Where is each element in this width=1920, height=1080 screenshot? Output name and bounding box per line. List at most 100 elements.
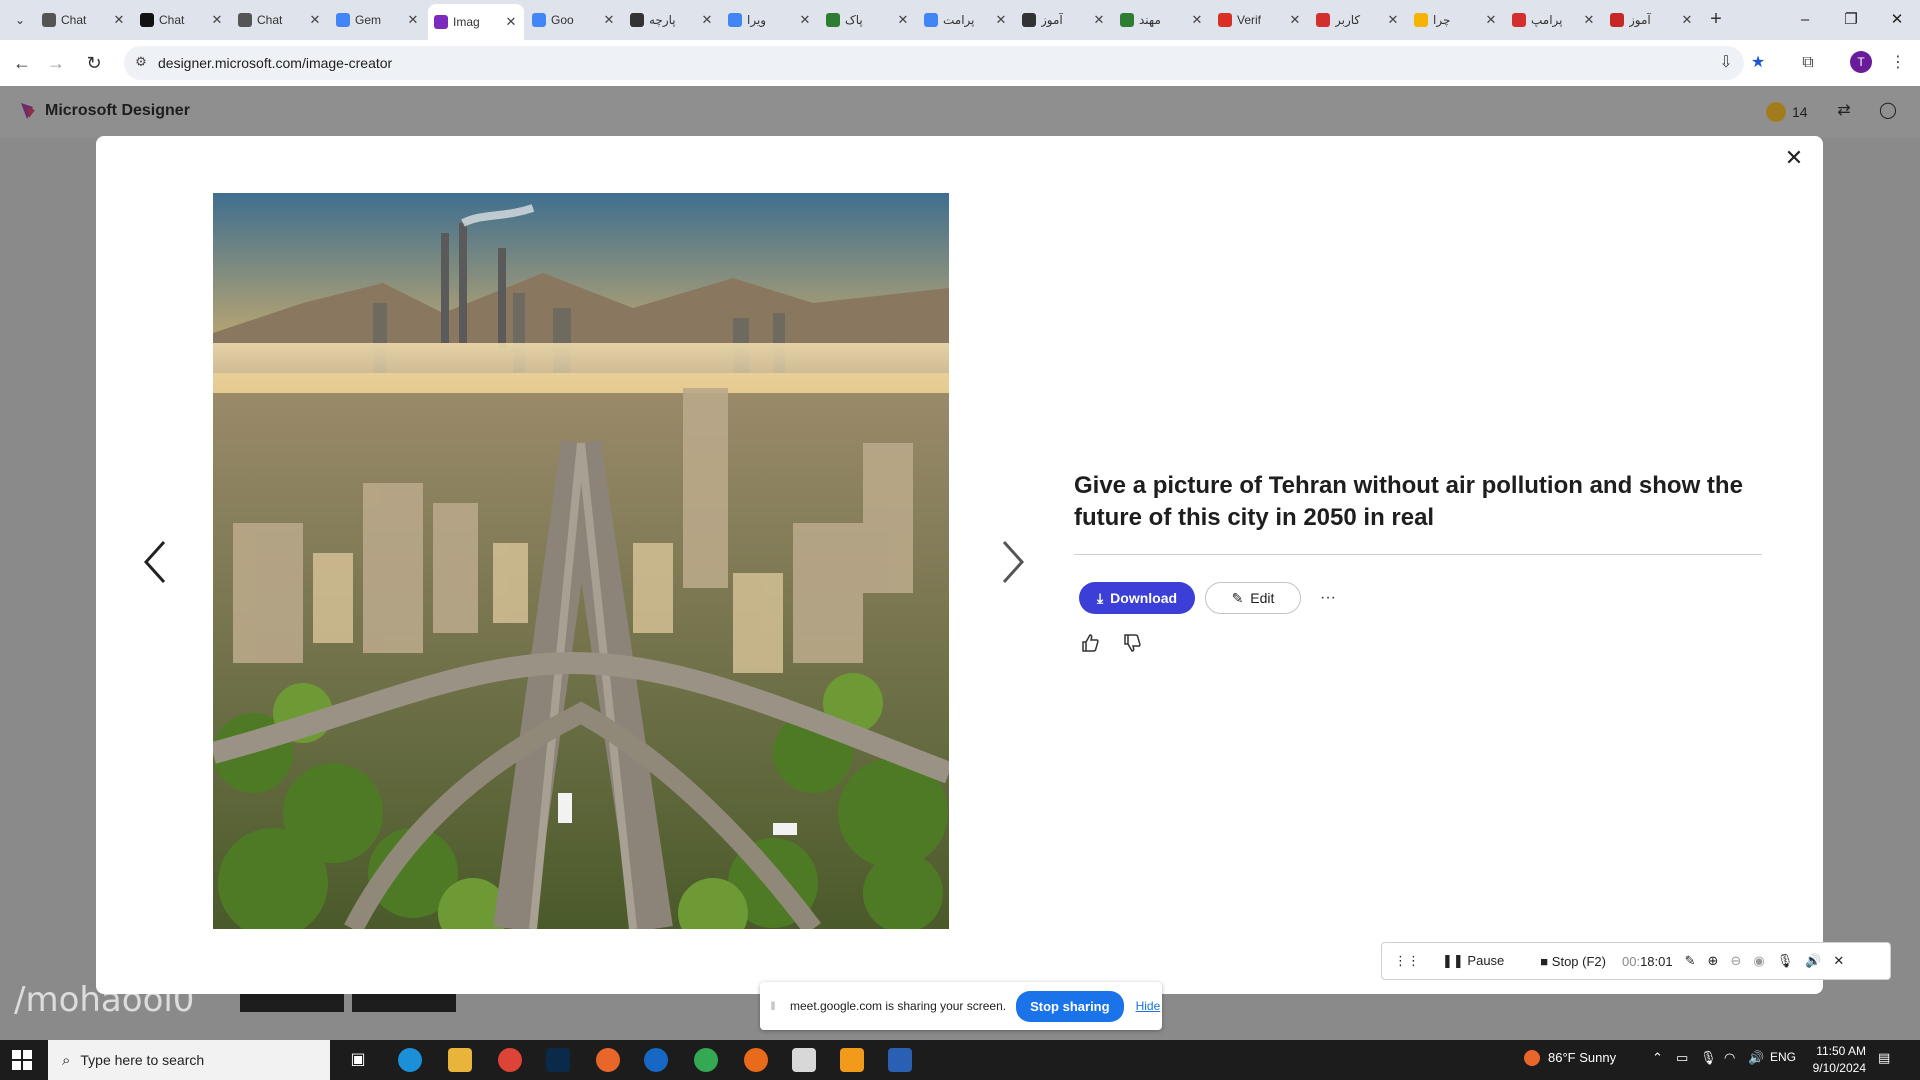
tray-chevron-icon[interactable]: ⌃	[1652, 1050, 1663, 1066]
share-icon[interactable]: ⇄	[1832, 100, 1856, 124]
browser-tab[interactable]: Chat ✕	[36, 6, 132, 34]
tab-close-icon[interactable]: ✕	[112, 12, 126, 28]
tray-mic-icon[interactable]: 🎙	[1700, 1050, 1717, 1066]
tab-close-icon[interactable]: ✕	[1190, 12, 1204, 28]
browser-tab[interactable]: پرامپ ✕	[1506, 6, 1602, 34]
wifi-icon[interactable]: ◠	[1724, 1050, 1735, 1066]
orange-app-icon[interactable]	[840, 1048, 864, 1072]
browser-tab[interactable]: Chat ✕	[232, 6, 328, 34]
browser-tab[interactable]: پارچه ✕	[624, 6, 720, 34]
tab-close-icon[interactable]: ✕	[602, 12, 616, 28]
word-icon[interactable]	[888, 1048, 912, 1072]
boost-count[interactable]: 14	[1792, 104, 1808, 120]
account-icon[interactable]: ◯	[1876, 100, 1900, 124]
bookmark-star-icon[interactable]: ★	[1746, 51, 1770, 75]
speaker-icon[interactable]: 🔊	[1799, 953, 1827, 969]
browser-tab[interactable]: کاربر ✕	[1310, 6, 1406, 34]
thumbnail-2[interactable]	[352, 992, 456, 1012]
drag-handle-icon[interactable]: ⋮⋮	[1388, 953, 1426, 969]
chrome-profile-icon[interactable]	[694, 1048, 718, 1072]
tab-close-icon[interactable]: ✕	[896, 12, 910, 28]
notifications-icon[interactable]: ▤	[1878, 1050, 1890, 1066]
thumbs-up-icon[interactable]	[1079, 632, 1101, 654]
tab-close-icon[interactable]: ✕	[700, 12, 714, 28]
tab-close-icon[interactable]: ✕	[504, 14, 518, 30]
windows-start-icon[interactable]	[12, 1050, 32, 1070]
pause-button[interactable]: ❚❚ Pause	[1436, 953, 1510, 969]
browser-tab[interactable]: ویرا ✕	[722, 6, 818, 34]
edge-icon[interactable]	[398, 1048, 422, 1072]
stop-sharing-button[interactable]: Stop sharing	[1016, 990, 1124, 1022]
taskbar-clock[interactable]: 11:50 AM 9/10/2024	[1806, 1043, 1866, 1077]
back-button[interactable]: ←	[10, 51, 34, 75]
zoom-in-icon[interactable]: ⊕	[1702, 953, 1725, 969]
tab-close-icon[interactable]: ✕	[1680, 12, 1694, 28]
browser-tab[interactable]: پرامت ✕	[918, 6, 1014, 34]
task-view-icon[interactable]: ▣	[346, 1048, 370, 1072]
photoshop-icon[interactable]	[546, 1048, 570, 1072]
tab-close-icon[interactable]: ✕	[406, 12, 420, 28]
extensions-icon[interactable]: ⧉	[1796, 51, 1820, 75]
reload-button[interactable]: ↻	[82, 51, 106, 75]
browser-tab[interactable]: مهند ✕	[1114, 6, 1210, 34]
thumbnail-1[interactable]	[240, 992, 344, 1012]
new-tab-button[interactable]: +	[1704, 8, 1728, 32]
browser-tab[interactable]: Goo ✕	[526, 6, 622, 34]
install-app-icon[interactable]: ⇩	[1714, 51, 1738, 75]
grip-icon[interactable]: ‖	[766, 999, 780, 1013]
pen-icon[interactable]: ✎	[1679, 953, 1702, 969]
forward-button[interactable]: →	[44, 51, 68, 75]
webcam-icon[interactable]: ◉	[1747, 953, 1770, 969]
stop-button[interactable]: ■ Stop (F2)	[1534, 954, 1612, 969]
chrome-icon[interactable]	[498, 1048, 522, 1072]
browser-tab[interactable]: Gem ✕	[330, 6, 426, 34]
tab-close-icon[interactable]: ✕	[308, 12, 322, 28]
app-icon[interactable]	[792, 1048, 816, 1072]
tab-search-chevron-icon[interactable]: ⌄	[10, 10, 30, 30]
browser-tab[interactable]: چرا ✕	[1408, 6, 1504, 34]
profile-avatar[interactable]: T	[1850, 51, 1872, 73]
tab-close-icon[interactable]: ✕	[1386, 12, 1400, 28]
previous-image-arrow-icon[interactable]	[136, 532, 176, 592]
download-button[interactable]: ⤓ Download	[1079, 582, 1195, 614]
tab-close-icon[interactable]: ✕	[1582, 12, 1596, 28]
file-explorer-icon[interactable]	[448, 1048, 472, 1072]
edit-button[interactable]: ✎ Edit	[1205, 582, 1301, 614]
minimize-button[interactable]: –	[1790, 8, 1820, 32]
restore-button[interactable]: ❐	[1836, 8, 1866, 32]
pen-app-icon[interactable]	[644, 1048, 668, 1072]
volume-icon[interactable]: 🔊	[1748, 1050, 1764, 1066]
tab-close-icon[interactable]: ✕	[1288, 12, 1302, 28]
weather-icon[interactable]	[1524, 1050, 1540, 1066]
weather-text[interactable]: 86°F Sunny	[1548, 1050, 1616, 1065]
site-info-icon[interactable]: ⚙	[132, 54, 150, 72]
boost-coin-icon[interactable]	[1766, 102, 1786, 122]
generated-image[interactable]	[213, 193, 949, 929]
url-text[interactable]: designer.microsoft.com/image-creator	[158, 55, 392, 71]
browser-tab[interactable]: پاک ✕	[820, 6, 916, 34]
address-bar[interactable]: ⚙ designer.microsoft.com/image-creator	[124, 46, 1744, 80]
tab-close-icon[interactable]: ✕	[1484, 12, 1498, 28]
tab-close-icon[interactable]: ✕	[798, 12, 812, 28]
taskbar-search-box[interactable]: ⌕ Type here to search	[48, 1040, 330, 1080]
browser-menu-icon[interactable]: ⋮	[1886, 51, 1910, 75]
vlc-icon[interactable]	[744, 1048, 768, 1072]
zoom-out-icon[interactable]: ⊖	[1724, 953, 1747, 969]
firefox-icon[interactable]	[596, 1048, 620, 1072]
window-close-button[interactable]: ✕	[1882, 8, 1912, 32]
browser-tab[interactable]: Chat ✕	[134, 6, 230, 34]
hide-banner-link[interactable]: Hide	[1136, 999, 1161, 1013]
tab-close-icon[interactable]: ✕	[1092, 12, 1106, 28]
thumbs-down-icon[interactable]	[1121, 632, 1143, 654]
language-indicator[interactable]: ENG	[1770, 1050, 1796, 1064]
close-modal-button[interactable]: ✕	[1782, 146, 1806, 170]
browser-tab[interactable]: Verif ✕	[1212, 6, 1308, 34]
browser-tab[interactable]: Imag ✕	[428, 4, 524, 40]
tab-close-icon[interactable]: ✕	[210, 12, 224, 28]
recorder-close-icon[interactable]: ✕	[1827, 953, 1850, 969]
tray-app-icon[interactable]: ▭	[1676, 1050, 1688, 1066]
browser-tab[interactable]: آموز ✕	[1016, 6, 1112, 34]
more-options-button[interactable]: ···	[1314, 582, 1342, 614]
next-image-arrow-icon[interactable]	[992, 532, 1032, 592]
browser-tab[interactable]: آموز ✕	[1604, 6, 1700, 34]
